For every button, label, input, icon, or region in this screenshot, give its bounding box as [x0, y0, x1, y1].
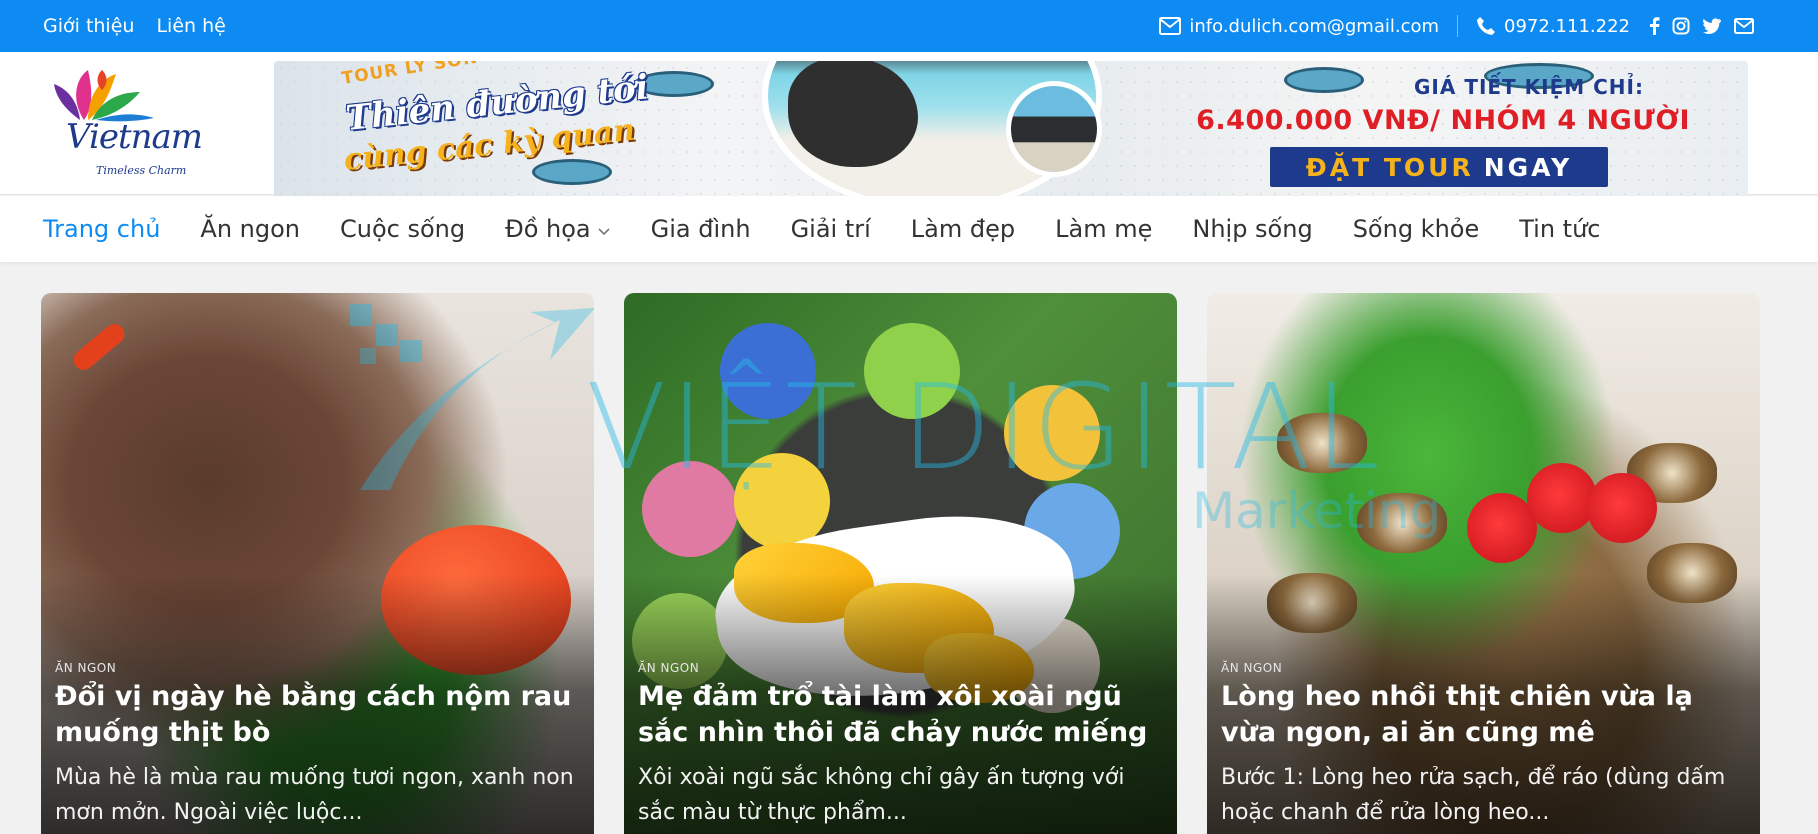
- lotus-logo-icon: [54, 70, 154, 122]
- email-contact[interactable]: info.dulich.com@gmail.com: [1159, 16, 1439, 37]
- post-excerpt: Mùa hè là mùa rau muống tươi ngon, xanh …: [55, 765, 574, 825]
- divider: [1457, 15, 1459, 37]
- envelope-icon: [1159, 17, 1182, 35]
- cta-text-primary: ĐẶT TOUR: [1305, 152, 1474, 182]
- top-links: Giới thiệu Liên hệ: [43, 0, 226, 52]
- post-excerpt: Bước 1: Lòng heo rửa sạch, để ráo (dùng …: [1221, 765, 1726, 825]
- email-text: info.dulich.com@gmail.com: [1189, 15, 1440, 37]
- cta-text-secondary: NGAY: [1483, 152, 1573, 182]
- featured-posts: ĂN NGON Đổi vị ngày hè bằng cách nộm rau…: [41, 293, 1763, 834]
- logo-tagline: Timeless Charm: [96, 164, 187, 177]
- boat-icon: [1284, 67, 1364, 93]
- post-title[interactable]: Mẹ đảm trổ tài làm xôi xoài ngũ sắc nhìn…: [638, 679, 1158, 751]
- main-nav: Trang chủ Ăn ngon Cuộc sống Đồ họa Gia đ…: [0, 196, 1818, 262]
- phone-text: 0972.111.222: [1504, 15, 1630, 37]
- top-bar: Giới thiệu Liên hệ info.dulich.com@gmail…: [0, 0, 1818, 52]
- site-logo[interactable]: Vietnam Timeless Charm: [44, 62, 219, 187]
- facebook-icon[interactable]: [1648, 17, 1660, 35]
- post-title[interactable]: Lòng heo nhồi thịt chiên vừa lạ vừa ngon…: [1221, 679, 1741, 751]
- post-card[interactable]: ĂN NGON Đổi vị ngày hè bằng cách nộm rau…: [41, 293, 594, 834]
- twitter-icon[interactable]: [1702, 17, 1722, 35]
- nav-item-cuoc-song[interactable]: Cuộc sống: [340, 215, 465, 243]
- post-excerpt: Xôi xoài ngũ sắc không chỉ gây ấn tượng …: [638, 765, 1125, 825]
- social-links: [1648, 17, 1754, 35]
- banner-price: 6.400.000 VNĐ/ NHÓM 4 NGƯỜI: [1196, 105, 1690, 136]
- nav-item-do-hoa[interactable]: Đồ họa: [505, 215, 611, 243]
- phone-icon: [1476, 16, 1496, 36]
- tour-banner[interactable]: TOUR LÝ SƠN 2 NGÀY 1 ĐÊM Thiên đường tới…: [274, 61, 1748, 198]
- nav-item-lam-me[interactable]: Làm mẹ: [1055, 215, 1152, 243]
- site-header: Vietnam Timeless Charm TOUR LÝ SƠN 2 NGÀ…: [0, 52, 1818, 198]
- nav-item-gia-dinh[interactable]: Gia đình: [651, 215, 751, 243]
- nav-item-nhip-song[interactable]: Nhịp sống: [1192, 215, 1312, 243]
- nav-item-an-ngon[interactable]: Ăn ngon: [200, 215, 300, 243]
- nav-item-giai-tri[interactable]: Giải trí: [791, 215, 871, 243]
- cliff-photo: [1006, 81, 1102, 177]
- top-contacts: info.dulich.com@gmail.com 0972.111.222: [1159, 0, 1754, 52]
- about-link[interactable]: Giới thiệu: [43, 15, 134, 37]
- post-card[interactable]: ĂN NGON Mẹ đảm trổ tài làm xôi xoài ngũ …: [624, 293, 1177, 834]
- mail-icon[interactable]: [1734, 18, 1754, 34]
- logo-brand: Vietnam: [66, 117, 203, 157]
- contact-link[interactable]: Liên hệ: [156, 15, 225, 37]
- nav-item-song-khoe[interactable]: Sống khỏe: [1353, 215, 1480, 243]
- post-category[interactable]: ĂN NGON: [638, 661, 699, 675]
- nav-item-tin-tuc[interactable]: Tin tức: [1519, 215, 1600, 243]
- boat-icon: [532, 159, 612, 185]
- instagram-icon[interactable]: [1672, 17, 1690, 35]
- banner-price-label: GIÁ TIẾT KIỆM CHỈ:: [1414, 75, 1644, 99]
- nav-item-lam-dep[interactable]: Làm đẹp: [911, 215, 1015, 243]
- post-category[interactable]: ĂN NGON: [55, 661, 116, 675]
- post-card[interactable]: ĂN NGON Lòng heo nhồi thịt chiên vừa lạ …: [1207, 293, 1760, 834]
- chevron-down-icon: [597, 215, 611, 243]
- book-tour-button[interactable]: ĐẶT TOUR NGAY: [1270, 147, 1608, 187]
- nav-item-trang-chu[interactable]: Trang chủ: [43, 215, 160, 243]
- post-title[interactable]: Đổi vị ngày hè bằng cách nộm rau muống t…: [55, 679, 575, 751]
- post-category[interactable]: ĂN NGON: [1221, 661, 1282, 675]
- phone-contact[interactable]: 0972.111.222: [1476, 16, 1630, 37]
